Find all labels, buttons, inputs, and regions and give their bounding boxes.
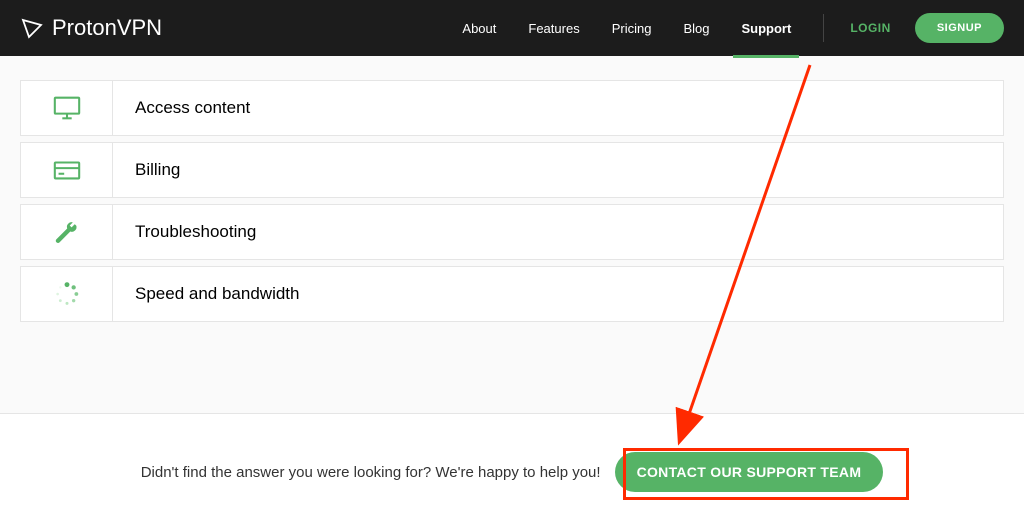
protonvpn-logo-icon (20, 16, 44, 40)
header: ProtonVPN About Features Pricing Blog Su… (0, 0, 1024, 56)
category-speed-bandwidth[interactable]: Speed and bandwidth (20, 266, 1004, 322)
category-label: Access content (113, 98, 250, 118)
category-access-content[interactable]: Access content (20, 80, 1004, 136)
logo[interactable]: ProtonVPN (20, 15, 162, 41)
nav-support[interactable]: Support (725, 0, 807, 56)
contact-support-button[interactable]: CONTACT OUR SUPPORT TEAM (615, 452, 884, 492)
footer-help: Didn't find the answer you were looking … (0, 413, 1024, 522)
category-label: Billing (113, 160, 180, 180)
main-nav: About Features Pricing Blog Support LOGI… (446, 0, 1004, 56)
signup-button[interactable]: SIGNUP (915, 13, 1004, 43)
credit-card-icon (21, 143, 113, 197)
nav-divider (823, 14, 824, 42)
support-categories: Access content Billing Troubleshooting (0, 56, 1024, 322)
nav-about[interactable]: About (446, 0, 512, 56)
wrench-icon (21, 205, 113, 259)
brand-text: ProtonVPN (52, 15, 162, 41)
category-label: Speed and bandwidth (113, 284, 299, 304)
spinner-icon (21, 267, 113, 321)
nav-blog[interactable]: Blog (667, 0, 725, 56)
nav-pricing[interactable]: Pricing (596, 0, 668, 56)
category-label: Troubleshooting (113, 222, 256, 242)
monitor-icon (21, 81, 113, 135)
category-troubleshooting[interactable]: Troubleshooting (20, 204, 1004, 260)
category-billing[interactable]: Billing (20, 142, 1004, 198)
nav-features[interactable]: Features (512, 0, 595, 56)
login-link[interactable]: LOGIN (834, 21, 907, 35)
footer-text: Didn't find the answer you were looking … (141, 464, 601, 481)
